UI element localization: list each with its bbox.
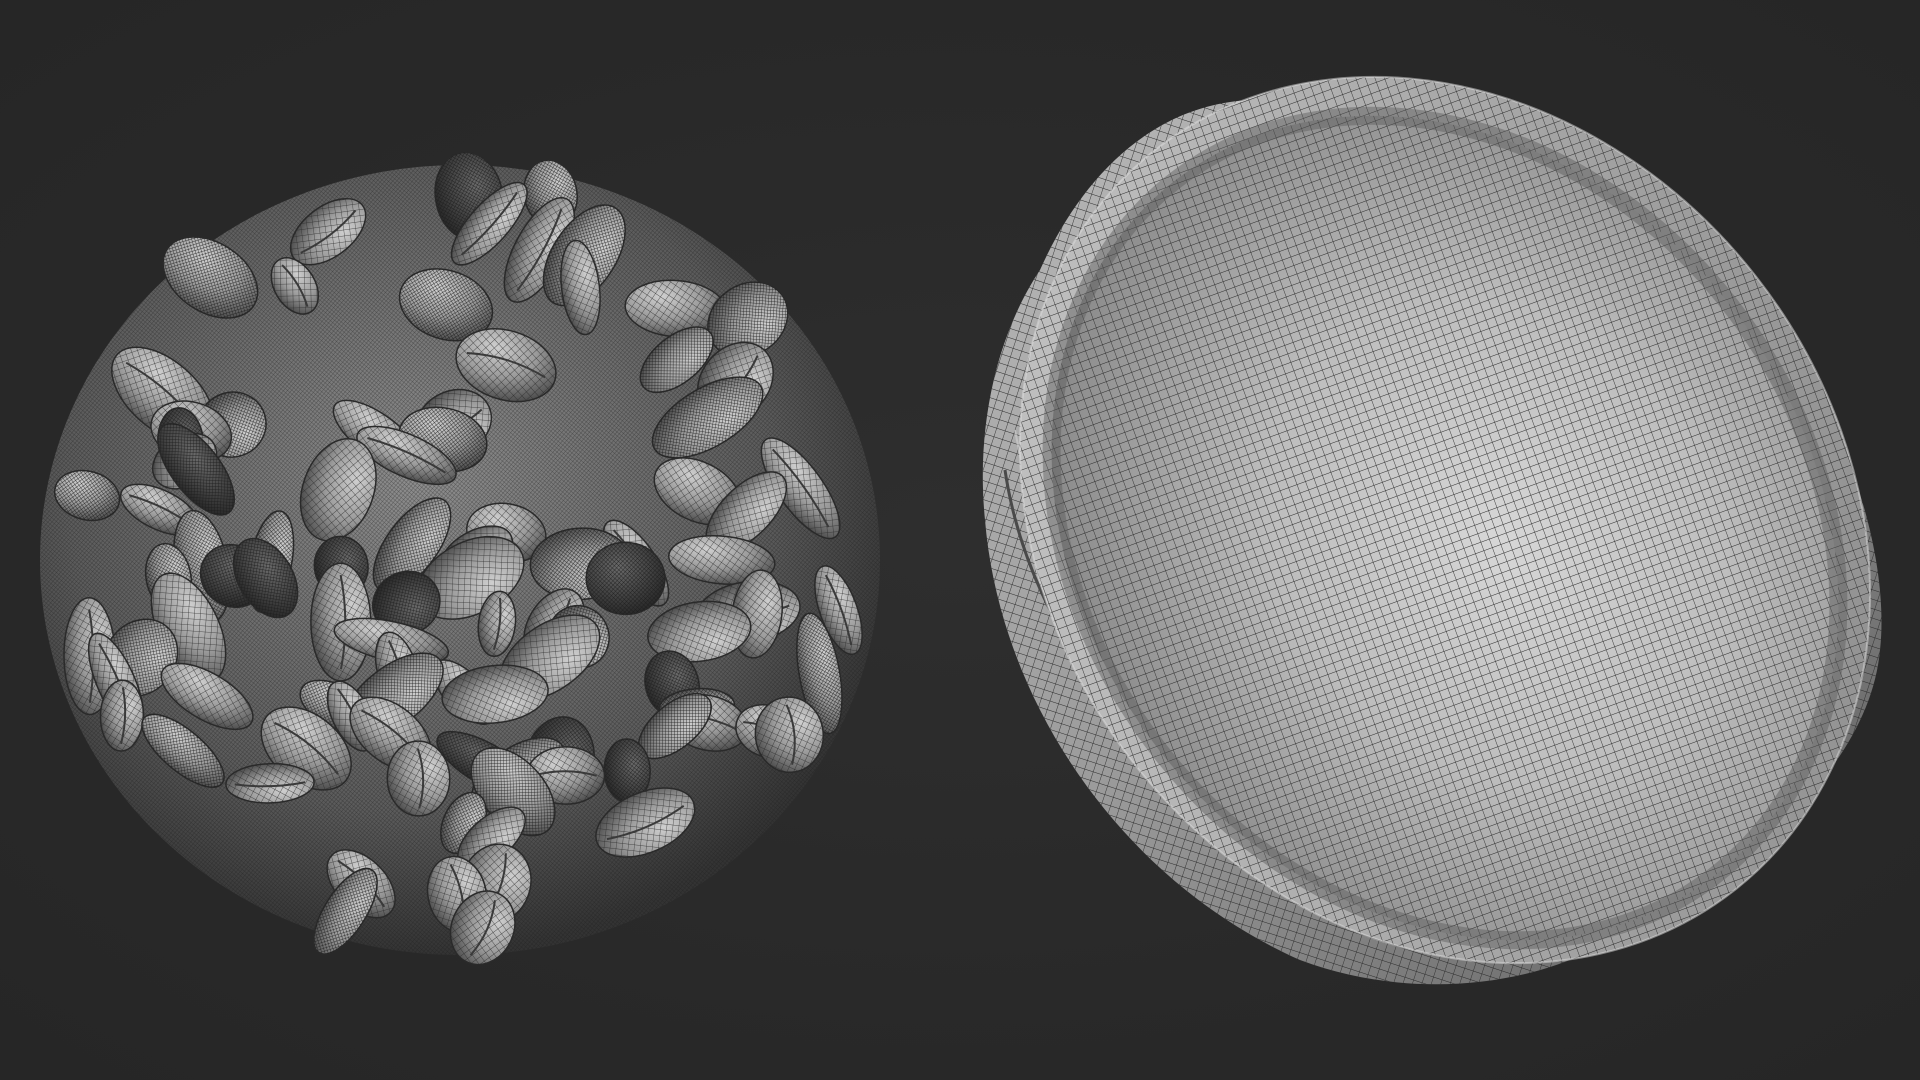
nut-piece xyxy=(386,740,451,817)
viewport-render xyxy=(40,0,1920,1080)
nut-cluster[interactable] xyxy=(40,147,880,975)
3d-viewport[interactable] xyxy=(0,0,1920,1080)
bowl[interactable] xyxy=(844,0,1920,1080)
